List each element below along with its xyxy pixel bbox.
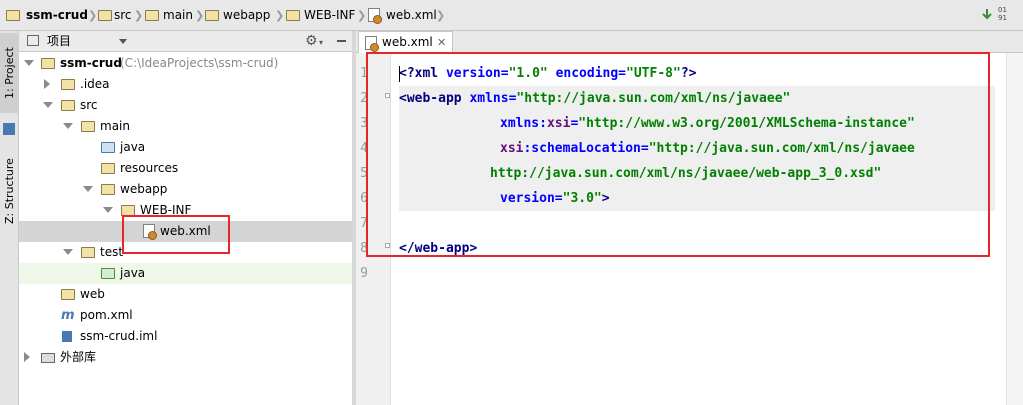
project-tree: ssm-crud (C:\IdeaProjects\ssm-crud) .ide…	[19, 52, 352, 405]
folder-icon	[286, 10, 300, 21]
expand-arrow-icon[interactable]	[43, 102, 53, 108]
folder-icon	[81, 121, 95, 132]
tree-item-idea[interactable]: .idea	[19, 74, 352, 95]
chevron-right-icon: ❯	[436, 9, 446, 22]
folder-icon	[61, 79, 75, 90]
tree-item-pom-xml[interactable]: m pom.xml	[19, 305, 352, 326]
navigation-bar: ssm-crud ❯ src ❯ main ❯ webapp ❯ WEB-INF…	[0, 0, 1023, 31]
chevron-right-icon: ❯	[357, 9, 367, 22]
editor-scrollbar[interactable]	[1006, 53, 1023, 405]
collapse-arrow-icon[interactable]	[44, 79, 50, 89]
chevron-right-icon: ❯	[88, 9, 98, 22]
module-folder-icon	[41, 58, 55, 69]
line-number: 9	[360, 266, 368, 281]
project-panel-header: 项目 ⚙ ▾	[19, 31, 352, 52]
folder-icon	[6, 10, 20, 21]
tree-item-web[interactable]: web	[19, 284, 352, 305]
tree-item-iml[interactable]: ssm-crud.iml	[19, 326, 352, 347]
folder-icon	[145, 10, 159, 21]
tree-item-webapp[interactable]: webapp	[19, 179, 352, 200]
expand-arrow-icon[interactable]	[103, 207, 113, 213]
chevron-down-icon[interactable]: ▾	[319, 38, 323, 47]
tree-item-ssm-crud[interactable]: ssm-crud (C:\IdeaProjects\ssm-crud)	[19, 53, 352, 74]
annotation-highlight-box	[366, 52, 990, 257]
web-folder-icon	[61, 289, 75, 300]
tab-web-xml[interactable]: web.xml ✕	[358, 31, 453, 53]
resources-folder-icon	[101, 163, 115, 174]
library-icon	[41, 353, 55, 363]
chevron-right-icon: ❯	[275, 9, 285, 22]
tree-item-test-java[interactable]: java	[19, 263, 352, 284]
minimize-icon[interactable]	[337, 40, 346, 42]
download-icon[interactable]	[980, 8, 994, 22]
module-file-icon	[62, 331, 72, 342]
tree-item-external-libraries[interactable]: 外部库	[19, 347, 352, 368]
tree-item-main[interactable]: main	[19, 116, 352, 137]
panel-title[interactable]: 项目	[47, 31, 71, 52]
chevron-down-icon[interactable]	[119, 39, 127, 44]
folder-icon	[61, 100, 75, 111]
xml-file-icon	[368, 8, 382, 24]
source-folder-icon	[101, 142, 115, 153]
close-icon[interactable]: ✕	[437, 32, 446, 53]
project-icon	[3, 123, 15, 135]
code-editor[interactable]: <?xml version="1.0" encoding="UTF-8"?> <…	[366, 52, 1023, 405]
folder-icon	[205, 10, 219, 21]
expand-arrow-icon[interactable]	[24, 60, 34, 66]
expand-arrow-icon[interactable]	[83, 186, 93, 192]
sort-icon[interactable]: 01 91	[998, 6, 1014, 24]
editor-tab-bar	[356, 31, 1023, 53]
folder-icon	[98, 10, 112, 21]
chevron-right-icon: ❯	[195, 9, 205, 22]
annotation-highlight-box	[122, 215, 230, 254]
structure-tool-tab[interactable]: Z: Structure	[0, 151, 19, 231]
test-folder-icon	[101, 268, 115, 279]
chevron-right-icon: ❯	[134, 9, 144, 22]
project-tool-tab[interactable]: 1: Project	[0, 33, 19, 113]
tool-window-strip: 1: Project Z: Structure	[0, 31, 19, 405]
gear-icon[interactable]: ⚙	[305, 33, 318, 49]
collapse-arrow-icon[interactable]	[24, 352, 30, 362]
tree-item-java[interactable]: java	[19, 137, 352, 158]
folder-icon	[81, 247, 95, 258]
tree-item-resources[interactable]: resources	[19, 158, 352, 179]
expand-arrow-icon[interactable]	[63, 123, 73, 129]
tree-item-src[interactable]: src	[19, 95, 352, 116]
maven-icon: m	[61, 308, 75, 323]
project-view-icon	[27, 35, 39, 46]
xml-file-icon	[365, 36, 379, 52]
expand-arrow-icon[interactable]	[63, 249, 73, 255]
folder-icon	[101, 184, 115, 195]
